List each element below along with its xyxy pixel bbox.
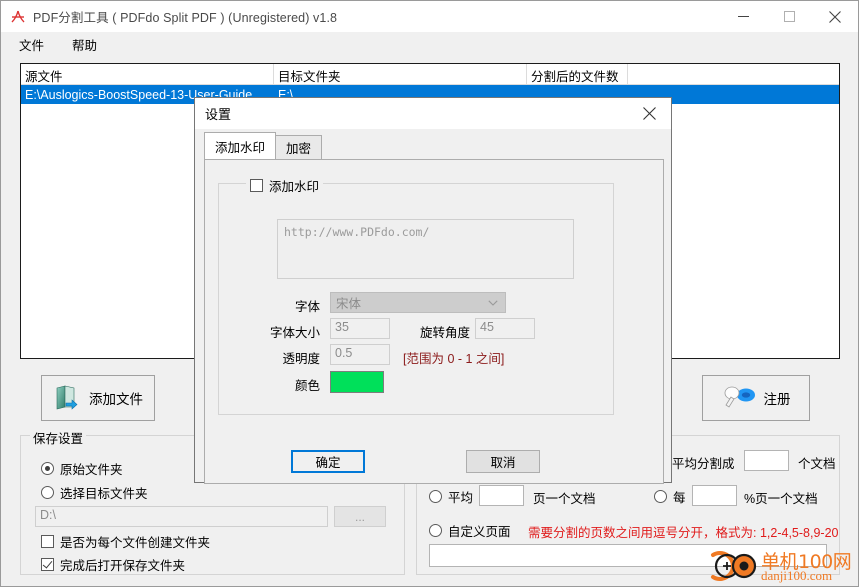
file-list-header: 源文件 目标文件夹 分割后的文件数 [21,64,839,85]
close-button[interactable] [812,1,858,32]
radio-percent-pages-indicator [654,490,667,503]
avg-pages-suffix-label: 页一个文档 [533,492,596,506]
register-button[interactable]: 注册 [702,375,810,421]
color-swatch[interactable] [330,371,384,393]
pdf-icon [9,8,27,26]
opacity-hint: [范围为 0 - 1 之间] [403,352,505,366]
column-header-target[interactable]: 目标文件夹 [274,64,527,84]
percent-pages-input[interactable] [692,485,737,506]
dialog-title-bar: 设置 [195,98,671,129]
radio-original-folder-indicator [41,462,54,475]
folder-add-icon [53,383,81,414]
opacity-input[interactable]: 0.5 [330,344,390,365]
register-label: 注册 [763,392,791,407]
radio-avg-pages-indicator [429,490,442,503]
radio-percent-pages[interactable]: 每 [654,487,686,506]
checkbox-add-watermark[interactable]: 添加水印 [246,176,324,195]
save-settings-title: 保存设置 [30,428,87,447]
radio-choose-folder-label: 选择目标文件夹 [60,487,148,501]
menu-file[interactable]: 文件 [9,32,54,57]
add-files-label: 添加文件 [89,392,143,407]
radio-original-folder-label: 原始文件夹 [60,463,123,477]
maximize-button[interactable] [766,1,812,32]
application-window: PDF分割工具 ( PDFdo Split PDF ) (Unregistere… [0,0,859,587]
add-files-button[interactable]: 添加文件 [41,375,155,421]
column-header-source[interactable]: 源文件 [21,64,274,84]
checkbox-create-folder-label: 是否为每个文件创建文件夹 [60,536,211,550]
title-bar: PDF分割工具 ( PDFdo Split PDF ) (Unregistere… [1,1,858,32]
dialog-cancel-button[interactable]: 取消 [466,450,540,473]
rotation-input[interactable]: 45 [475,318,535,339]
font-size-input[interactable]: 35 [330,318,390,339]
window-title: PDF分割工具 ( PDFdo Split PDF ) (Unregistere… [33,11,338,25]
checkbox-create-folder-indicator [41,535,54,548]
radio-avg-pages[interactable]: 平均 [429,487,473,506]
custom-pages-input[interactable] [429,544,827,567]
minimize-button[interactable] [720,1,766,32]
menu-bar: 文件 帮助 [1,32,858,57]
tab-page-add-watermark: 添加水印 http://www.PDFdo.com/ 字体 宋体 字体大小 35… [204,159,664,484]
key-icon [722,385,756,412]
avg-pages-input[interactable] [479,485,524,506]
avg-into-input[interactable] [744,450,789,471]
radio-custom-pages-indicator [429,524,442,537]
chevron-down-icon [488,296,498,310]
color-label: 颜色 [294,379,320,393]
tab-add-watermark[interactable]: 添加水印 [204,132,277,159]
font-label: 字体 [294,300,320,314]
dialog-ok-button[interactable]: 确定 [291,450,365,473]
font-size-label: 字体大小 [269,326,320,340]
dialog-tabs: 添加水印 加密 [204,132,664,159]
dialog-title: 设置 [205,107,232,122]
radio-avg-pages-label: 平均 [448,491,474,505]
dialog-close-icon[interactable] [627,98,671,129]
custom-pages-hint: 需要分割的页数之间用逗号分开，格式为: 1,2-4,5-8,9-20 [528,526,839,540]
settings-dialog: 设置 添加水印 加密 添加水印 http://www.PDFdo.com/ 字体… [194,97,672,484]
checkbox-open-after-label: 完成后打开保存文件夹 [60,559,186,573]
radio-choose-folder[interactable]: 选择目标文件夹 [41,483,148,502]
checkbox-add-watermark-indicator [250,179,263,192]
opacity-label: 透明度 [282,352,320,366]
column-header-count[interactable]: 分割后的文件数 [527,64,628,84]
checkbox-add-watermark-label: 添加水印 [269,180,320,194]
checkbox-open-after-indicator [41,558,54,571]
checkbox-create-folder-per-file[interactable]: 是否为每个文件创建文件夹 [41,532,210,551]
radio-choose-folder-indicator [41,486,54,499]
avg-into-suffix-label: 个文档 [798,457,836,471]
font-select-value: 宋体 [336,297,362,311]
watermark-text-input[interactable]: http://www.PDFdo.com/ [277,219,574,279]
rotation-label: 旋转角度 [419,326,470,340]
radio-custom-pages-label: 自定义页面 [448,525,511,539]
avg-into-prefix-label: 平均分割成 [672,457,735,471]
radio-percent-prefix-label: 每 [673,491,686,505]
target-path-input[interactable]: D:\ [35,506,328,527]
percent-suffix-label: %页一个文档 [744,492,818,506]
tab-encrypt[interactable]: 加密 [275,135,323,159]
browse-folder-button[interactable]: ... [334,506,386,527]
radio-original-folder[interactable]: 原始文件夹 [41,459,123,478]
window-controls [720,1,858,32]
menu-help[interactable]: 帮助 [62,32,107,57]
checkbox-open-after-finish[interactable]: 完成后打开保存文件夹 [41,555,185,574]
font-select[interactable]: 宋体 [330,292,506,313]
column-header-extra[interactable] [628,64,839,84]
radio-custom-pages[interactable]: 自定义页面 [429,521,511,540]
